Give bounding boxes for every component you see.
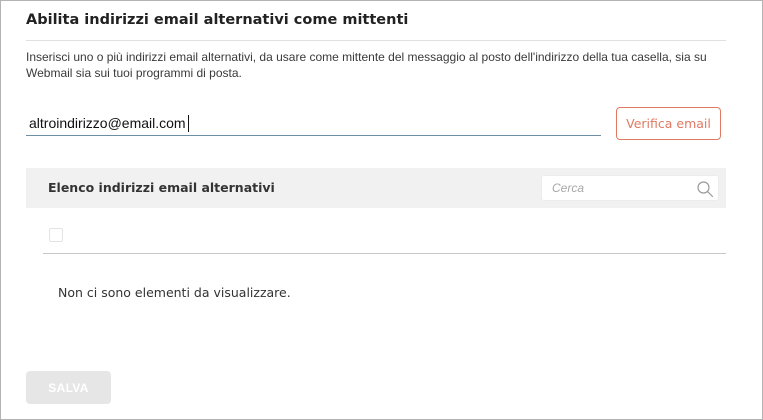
- empty-list-message: Non ci sono elementi da visualizzare.: [58, 285, 291, 300]
- list-title: Elenco indirizzi email alternativi: [48, 180, 275, 195]
- list-header: Elenco indirizzi email alternativi: [26, 168, 726, 208]
- verify-email-button[interactable]: Verifica email: [616, 107, 721, 140]
- settings-panel: Abilita indirizzi email alternativi come…: [0, 0, 763, 420]
- select-all-checkbox[interactable]: [49, 228, 63, 242]
- text-caret: [188, 115, 189, 132]
- save-button[interactable]: SALVA: [26, 371, 111, 404]
- alternative-email-input[interactable]: [26, 110, 601, 136]
- section-description: Inserisci uno o più indirizzi email alte…: [26, 50, 707, 80]
- title-divider: [26, 40, 726, 41]
- section-title: Abilita indirizzi email alternativi come…: [26, 12, 409, 28]
- search-box[interactable]: [541, 175, 719, 201]
- list-divider: [43, 253, 726, 254]
- search-input[interactable]: [542, 176, 692, 200]
- search-icon[interactable]: [696, 180, 714, 198]
